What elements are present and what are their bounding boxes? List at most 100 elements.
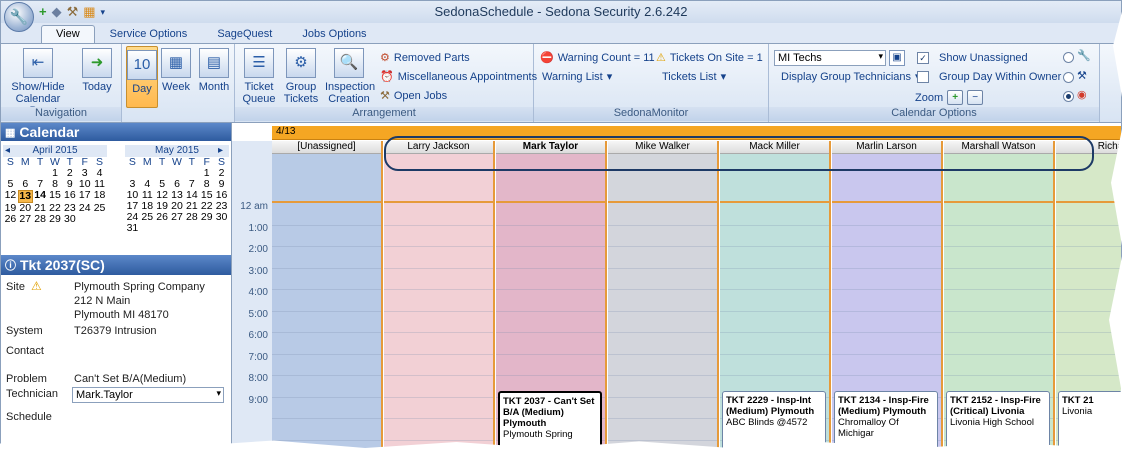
inspection-creation-button[interactable]: 🔍 Inspection Creation <box>325 48 375 105</box>
technician-column-header[interactable]: Marlin Larson <box>832 141 941 154</box>
hammer-icon[interactable]: ⚒ <box>67 4 79 20</box>
tab-jobs-options[interactable]: Jobs Options <box>287 25 381 43</box>
hour-label: 8:00 <box>248 373 268 384</box>
time-slot-line <box>608 246 717 247</box>
today-button[interactable]: ➜ Today <box>77 48 117 93</box>
misc-appointments-button[interactable]: ⏰ Miscellaneous Appointments <box>380 71 537 83</box>
tab-service-options[interactable]: Service Options <box>95 25 203 43</box>
technician-column-header[interactable]: Larry Jackson <box>384 141 493 154</box>
warning-list-dropdown[interactable]: Warning List ▾ <box>542 71 612 83</box>
all-day-area[interactable] <box>832 154 941 203</box>
calendar-day[interactable]: 25 <box>140 212 155 223</box>
calendar-day[interactable]: 28 <box>184 212 199 223</box>
group-day-label: Group Day Within Owner <box>939 71 1062 83</box>
technician-group-select[interactable]: MI Techs ▾ <box>774 50 886 66</box>
all-day-area[interactable] <box>720 154 829 203</box>
qat-dropdown-icon[interactable]: ▾ <box>101 4 106 20</box>
day-view-button[interactable]: 10 Day <box>126 46 158 108</box>
prev-month-icon[interactable]: ◂ <box>5 145 10 157</box>
removed-parts-button[interactable]: ⚙ Removed Parts <box>380 52 470 64</box>
tickets-list-dropdown[interactable]: Tickets List ▾ <box>662 71 726 83</box>
time-slot-area[interactable] <box>608 203 717 451</box>
calendar-empty <box>214 223 229 234</box>
calendar-day[interactable]: 30 <box>214 212 229 223</box>
calendar-empty <box>77 214 92 225</box>
technician-column-header[interactable]: Marshall Watson <box>944 141 1053 154</box>
appointment-site: Livonia High School <box>950 417 1034 428</box>
tickets-on-site-button[interactable]: ⚠ Tickets On Site = 1 <box>656 52 763 64</box>
time-slot-line <box>832 289 941 290</box>
technician-column-header[interactable]: Mike Walker <box>608 141 717 154</box>
radio-option-2[interactable] <box>1063 72 1074 83</box>
technician-column-header[interactable]: Richa <box>1056 141 1121 154</box>
appointment-card[interactable]: TKT 2152 - Insp-Fire (Critical) Livonia L… <box>946 391 1050 451</box>
tab-view[interactable]: View <box>41 25 95 43</box>
technician-column[interactable]: Mack Miller TKT 2229 - Insp-Int (Medium) … <box>720 141 831 451</box>
problem-value: Can't Set B/A(Medium) <box>74 373 187 385</box>
warning-count-button[interactable]: ⛔ Warning Count = 11 <box>540 52 655 64</box>
calendar-day[interactable]: 29 <box>48 214 63 225</box>
technician-column-header[interactable]: [Unassigned] <box>272 141 381 154</box>
warning-icon: ⚠ <box>656 52 666 64</box>
time-slot-area[interactable] <box>272 203 381 451</box>
month-april: ◂ April 2015 SMTWTFS 1 2 3 4 5 6 7 8 9 10 11 12 13 14… <box>3 145 107 225</box>
technician-column[interactable]: Richa TKT 21 Livonia <box>1056 141 1121 451</box>
group-settings-icon[interactable]: ▣ <box>889 50 905 66</box>
next-month-icon[interactable]: ▸ <box>218 145 223 157</box>
add-icon[interactable]: + <box>39 4 47 20</box>
hour-label: 2:00 <box>248 244 268 255</box>
hammer-icon: ⚒ <box>1077 70 1087 82</box>
all-day-area[interactable] <box>272 154 381 203</box>
appointment-card[interactable]: TKT 2134 - Insp-Fire (Medium) Plymouth Ch… <box>834 391 938 451</box>
radio-option-1[interactable] <box>1063 52 1074 63</box>
technician-select[interactable]: Mark.Taylor ▾ <box>72 387 224 403</box>
tickets-on-site-label: Tickets On Site = 1 <box>669 52 763 64</box>
all-day-area[interactable] <box>384 154 493 203</box>
ticket-queue-button[interactable]: ☰ Ticket Queue <box>241 48 277 105</box>
technician-column[interactable]: Larry Jackson <box>384 141 495 451</box>
calendar-day[interactable]: 6 <box>18 179 33 190</box>
technician-column[interactable]: Marshall Watson TKT 2152 - Insp-Fire (Cri… <box>944 141 1055 451</box>
zoom-in-button[interactable]: + <box>947 90 964 105</box>
group-day-checkbox[interactable]: Group Day Within Owner <box>917 71 1061 83</box>
technician-column[interactable]: Mike Walker <box>608 141 719 451</box>
calendar-day[interactable]: 24 <box>77 203 92 214</box>
calendar-day[interactable]: 27 <box>18 214 33 225</box>
technician-column[interactable]: Mark Taylor TKT 2037 - Can't Set B/A (Med… <box>496 141 607 451</box>
calendar-icon[interactable]: ▦ <box>83 4 95 20</box>
month-calendar-icon: ▤ <box>199 48 229 78</box>
show-unassigned-checkbox[interactable]: ✓ Show Unassigned <box>917 52 1028 64</box>
all-day-area[interactable] <box>608 154 717 203</box>
group-tickets-button[interactable]: ⚙ Group Tickets <box>281 48 321 105</box>
calendar-day[interactable]: 30 <box>62 214 77 225</box>
calendar-day[interactable]: 27 <box>170 212 185 223</box>
technician-column[interactable]: [Unassigned] <box>272 141 383 451</box>
tag-icon[interactable]: ◆ <box>52 4 62 20</box>
appointment-card[interactable]: TKT 21 Livonia <box>1058 391 1121 451</box>
month-view-button[interactable]: ▤ Month <box>196 48 232 93</box>
calendar-day[interactable]: 26 <box>3 214 18 225</box>
display-group-technicians-dropdown[interactable]: Display Group Technicians ▾ <box>781 71 921 83</box>
tab-sagequest[interactable]: SageQuest <box>202 25 287 43</box>
technician-column-header[interactable]: Mark Taylor <box>496 141 605 154</box>
zoom-out-button[interactable]: − <box>967 90 984 105</box>
open-jobs-button[interactable]: ⚒ Open Jobs <box>380 90 447 102</box>
time-slot-area[interactable] <box>384 203 493 451</box>
all-day-area[interactable] <box>496 154 605 203</box>
checkbox-empty-icon <box>917 71 929 83</box>
technician-column[interactable]: Marlin Larson TKT 2134 - Insp-Fire (Mediu… <box>832 141 943 451</box>
calendar-day[interactable]: 26 <box>155 212 170 223</box>
app-menu-button[interactable]: 🔧 <box>4 2 34 32</box>
calendar-day[interactable]: 31 <box>125 223 140 234</box>
calendar-day[interactable]: 29 <box>199 212 214 223</box>
technician-column-header[interactable]: Mack Miller <box>720 141 829 154</box>
calendar-day[interactable]: 28 <box>33 214 48 225</box>
all-day-area[interactable] <box>944 154 1053 203</box>
radio-option-3[interactable] <box>1063 91 1074 102</box>
week-view-button[interactable]: ▦ Week <box>160 48 192 93</box>
appointment-card[interactable]: TKT 2229 - Insp-Int (Medium) Plymouth ABC… <box>722 391 826 451</box>
time-slot-line <box>496 310 605 312</box>
appointment-card[interactable]: TKT 2037 - Can't Set B/A (Medium) Plymou… <box>498 391 602 451</box>
calendar-day[interactable]: 25 <box>92 203 107 214</box>
all-day-area[interactable] <box>1056 154 1121 203</box>
